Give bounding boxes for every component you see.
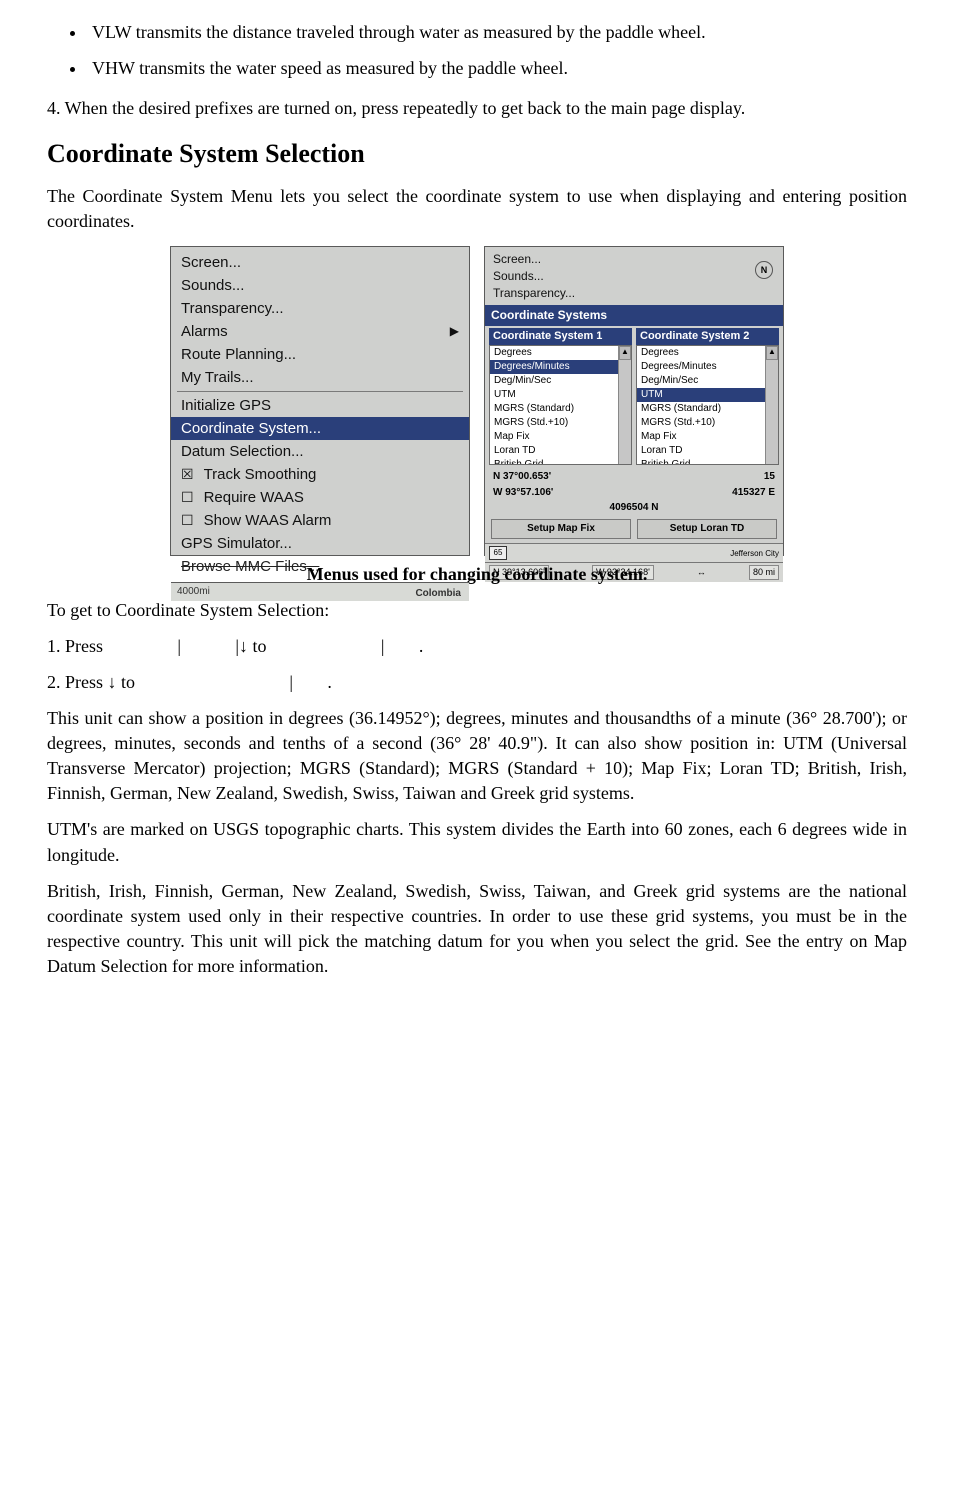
list-option[interactable]: MGRS (Std.+10): [637, 416, 778, 430]
step-1: 1. Press | |↓ to | .: [47, 634, 907, 659]
arrow-icon: ↔: [697, 566, 706, 579]
list-option[interactable]: Deg/Min/Sec: [637, 374, 778, 388]
route-shield-icon: 65: [489, 546, 507, 560]
menu-item-transparency: Transparency...: [485, 285, 783, 302]
menu-item-coordinate-system[interactable]: Coordinate System...: [171, 417, 469, 440]
list-option[interactable]: Loran TD: [637, 444, 778, 458]
list-option[interactable]: UTM: [490, 388, 631, 402]
menu-panel-left: Screen... Sounds... Transparency... Alar…: [170, 246, 470, 556]
body-paragraph-3: British, Irish, Finnish, German, New Zea…: [47, 879, 907, 980]
bullet-item: VHW transmits the water speed as measure…: [87, 56, 907, 81]
list-option[interactable]: MGRS (Standard): [637, 402, 778, 416]
coordinate-listbox-1[interactable]: Degrees Degrees/Minutes Deg/Min/Sec UTM …: [489, 345, 632, 465]
step-text: 2. Press ↓ to: [47, 670, 135, 695]
list-option-selected[interactable]: Degrees/Minutes: [490, 360, 631, 374]
menu-item-require-waas[interactable]: Require WAAS: [171, 486, 469, 509]
menu-item-sounds: Sounds...: [485, 268, 783, 285]
submenu-arrow-icon: ▶: [450, 323, 459, 340]
coordinate-readout-row2: W 93°57.106' 415327 E: [485, 485, 783, 501]
menu-item-gps-simulator[interactable]: GPS Simulator...: [171, 532, 469, 555]
readout-1b: 15: [764, 470, 775, 484]
list-option[interactable]: Map Fix: [637, 430, 778, 444]
scrollbar[interactable]: ▲: [765, 346, 778, 464]
menu-item-screen[interactable]: Screen...: [171, 251, 469, 274]
coordinate-readout-row3: 4096504 N: [485, 501, 783, 517]
list-option[interactable]: Degrees/Minutes: [637, 360, 778, 374]
coordinate-column-2: Coordinate System 2 Degrees Degrees/Minu…: [636, 328, 779, 465]
status-bar: 65 Jefferson City: [485, 543, 783, 562]
checkbox-unchecked-icon: [181, 510, 198, 531]
menu-label: Require WAAS: [204, 487, 304, 508]
setup-loran-td-button[interactable]: Setup Loran TD: [637, 519, 777, 539]
list-option[interactable]: Map Fix: [490, 430, 631, 444]
readout-2b: 415327 E: [732, 486, 775, 500]
map-scale: 4000mi: [177, 585, 210, 599]
coordinate-columns: Coordinate System 1 Degrees Degrees/Minu…: [485, 326, 783, 469]
step-text: 1. Press: [47, 634, 103, 659]
checkbox-unchecked-icon: [181, 487, 198, 508]
howto-lead: To get to Coordinate System Selection:: [47, 598, 907, 623]
menu-label: Show WAAS Alarm: [204, 510, 332, 531]
coordinate-listbox-2[interactable]: Degrees Degrees/Minutes Deg/Min/Sec UTM …: [636, 345, 779, 465]
menu-list: Screen... Sounds... Transparency... Alar…: [171, 247, 469, 582]
menu-item-show-waas-alarm[interactable]: Show WAAS Alarm: [171, 509, 469, 532]
map-preview: 4000mi Colombia: [171, 582, 469, 601]
scroll-up-icon[interactable]: ▲: [619, 346, 631, 360]
status-distance: 80 mi: [749, 565, 779, 580]
list-option[interactable]: British Grid: [637, 458, 778, 465]
list-option[interactable]: MGRS (Standard): [490, 402, 631, 416]
menu-label: Track Smoothing: [204, 464, 317, 485]
figure: Screen... Sounds... Transparency... Alar…: [47, 246, 907, 556]
section-heading: Coordinate System Selection: [47, 136, 907, 172]
step-sep: |: [177, 634, 181, 659]
list-option[interactable]: Degrees: [490, 346, 631, 360]
city-label: Jefferson City: [730, 548, 779, 559]
step-sep: |: [381, 634, 385, 659]
column-header-1: Coordinate System 1: [489, 328, 632, 345]
menu-item-initialize-gps[interactable]: Initialize GPS: [171, 394, 469, 417]
menu-label: Alarms: [181, 321, 228, 342]
bullet-item: VLW transmits the distance traveled thro…: [87, 20, 907, 45]
step-text: |↓ to: [235, 634, 266, 659]
background-menu: Screen... Sounds... Transparency... N: [485, 247, 783, 305]
coordinate-column-1: Coordinate System 1 Degrees Degrees/Minu…: [489, 328, 632, 465]
step-2: 2. Press ↓ to | .: [47, 670, 907, 695]
paragraph-step4: 4. When the desired prefixes are turned …: [47, 96, 907, 121]
checkbox-checked-icon: [181, 464, 198, 485]
readout-2a: W 93°57.106': [493, 486, 553, 500]
readout-1a: N 37°00.653': [493, 470, 551, 484]
list-option[interactable]: MGRS (Std.+10): [490, 416, 631, 430]
coordinate-systems-panel: Screen... Sounds... Transparency... N Co…: [484, 246, 784, 556]
intro-paragraph: The Coordinate System Menu lets you sele…: [47, 184, 907, 234]
step-sep: |: [289, 670, 293, 695]
scroll-up-icon[interactable]: ▲: [766, 346, 778, 360]
menu-item-sounds[interactable]: Sounds...: [171, 274, 469, 297]
body-paragraph-2: UTM's are marked on USGS topographic cha…: [47, 817, 907, 867]
menu-item-datum-selection[interactable]: Datum Selection...: [171, 440, 469, 463]
scrollbar[interactable]: ▲: [618, 346, 631, 464]
menu-item-route-planning[interactable]: Route Planning...: [171, 343, 469, 366]
list-option[interactable]: Deg/Min/Sec: [490, 374, 631, 388]
menu-item-alarms[interactable]: Alarms ▶: [171, 320, 469, 343]
list-option-selected[interactable]: UTM: [637, 388, 778, 402]
setup-map-fix-button[interactable]: Setup Map Fix: [491, 519, 631, 539]
menu-item-my-trails[interactable]: My Trails...: [171, 366, 469, 389]
bullet-list: VLW transmits the distance traveled thro…: [87, 20, 907, 81]
dialog-title: Coordinate Systems: [485, 305, 783, 326]
menu-item-screen: Screen...: [485, 251, 783, 268]
menu-divider: [177, 391, 463, 392]
column-header-2: Coordinate System 2: [636, 328, 779, 345]
list-option[interactable]: British Grid: [490, 458, 631, 465]
coordinate-readout-row1: N 37°00.653' 15: [485, 469, 783, 485]
menu-item-transparency[interactable]: Transparency...: [171, 297, 469, 320]
map-location-label: Colombia: [415, 587, 461, 601]
north-indicator-icon: N: [755, 261, 773, 279]
list-option[interactable]: Loran TD: [490, 444, 631, 458]
list-option[interactable]: Degrees: [637, 346, 778, 360]
body-paragraph-1: This unit can show a position in degrees…: [47, 706, 907, 807]
menu-item-track-smoothing[interactable]: Track Smoothing: [171, 463, 469, 486]
button-row: Setup Map Fix Setup Loran TD: [485, 517, 783, 543]
